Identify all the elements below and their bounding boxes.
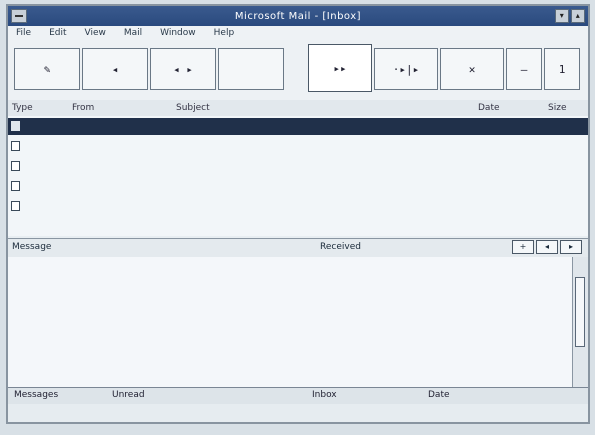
separator-button — [218, 48, 284, 90]
next-message-icon[interactable]: ▸ — [560, 240, 582, 254]
message-preview[interactable] — [8, 257, 572, 387]
preview-header: Message Received + ◂ ▸ — [8, 238, 588, 258]
col-size[interactable]: Size — [548, 103, 566, 113]
toolbar: ✎ ◂ ◂ ▸ ▸▸ ·▸|▸ ✕ — 1 — [8, 40, 588, 101]
system-menu-icon[interactable] — [11, 9, 27, 23]
vertical-scrollbar[interactable] — [572, 257, 588, 387]
next-icon: 1 — [558, 62, 566, 76]
status-messages: Messages — [14, 390, 59, 400]
menu-view[interactable]: View — [85, 28, 106, 38]
column-header: Type From Subject Date Size — [8, 100, 588, 117]
envelope-icon — [11, 161, 20, 171]
message-row[interactable] — [8, 118, 588, 135]
bottom-strip — [8, 404, 588, 422]
previous-icon: — — [520, 62, 528, 76]
message-row[interactable] — [8, 138, 588, 155]
message-list — [8, 116, 588, 236]
forward-icon: ▸▸ — [333, 61, 347, 75]
reply-button[interactable]: ◂ — [82, 48, 148, 90]
forward-button[interactable]: ▸▸ — [308, 44, 372, 92]
status-bar: Messages Unread Inbox Date — [8, 387, 588, 404]
mail-window: Microsoft Mail - [Inbox] ▾ ▴ File Edit V… — [6, 4, 590, 424]
add-icon[interactable]: + — [512, 240, 534, 254]
move-icon: ·▸|▸ — [392, 62, 420, 76]
col-type[interactable]: Type — [12, 103, 33, 113]
menu-edit[interactable]: Edit — [49, 28, 66, 38]
next-button[interactable]: 1 — [544, 48, 580, 90]
window-title: Microsoft Mail - [Inbox] — [234, 10, 362, 22]
status-date: Date — [428, 390, 450, 400]
maximize-button[interactable]: ▴ — [571, 9, 585, 23]
prev-message-icon[interactable]: ◂ — [536, 240, 558, 254]
previous-button[interactable]: — — [506, 48, 542, 90]
menu-help[interactable]: Help — [214, 28, 235, 38]
message-row[interactable] — [8, 178, 588, 195]
envelope-icon — [11, 121, 20, 131]
col-date[interactable]: Date — [478, 103, 500, 113]
minimize-button[interactable]: ▾ — [555, 9, 569, 23]
received-label: Received — [320, 242, 361, 252]
delete-icon: ✕ — [468, 62, 476, 76]
compose-button[interactable]: ✎ — [14, 48, 80, 90]
col-from[interactable]: From — [72, 103, 94, 113]
title-bar[interactable]: Microsoft Mail - [Inbox] ▾ ▴ — [8, 6, 588, 26]
compose-icon: ✎ — [43, 62, 51, 76]
status-folder: Inbox — [312, 390, 337, 400]
message-row[interactable] — [8, 198, 588, 215]
menu-file[interactable]: File — [16, 28, 31, 38]
status-unread: Unread — [112, 390, 145, 400]
message-row[interactable] — [8, 158, 588, 175]
menu-bar: File Edit View Mail Window Help — [8, 26, 588, 40]
scroll-thumb[interactable] — [575, 277, 585, 347]
envelope-icon — [11, 141, 20, 151]
reply-all-button[interactable]: ◂ ▸ — [150, 48, 216, 90]
preview-label: Message — [12, 242, 52, 252]
envelope-icon — [11, 201, 20, 211]
col-subject[interactable]: Subject — [176, 103, 210, 113]
move-button[interactable]: ·▸|▸ — [374, 48, 438, 90]
delete-button[interactable]: ✕ — [440, 48, 504, 90]
reply-icon: ◂ — [111, 62, 119, 76]
envelope-icon — [11, 181, 20, 191]
menu-mail[interactable]: Mail — [124, 28, 142, 38]
reply-all-icon: ◂ ▸ — [173, 62, 193, 76]
menu-window[interactable]: Window — [160, 28, 196, 38]
